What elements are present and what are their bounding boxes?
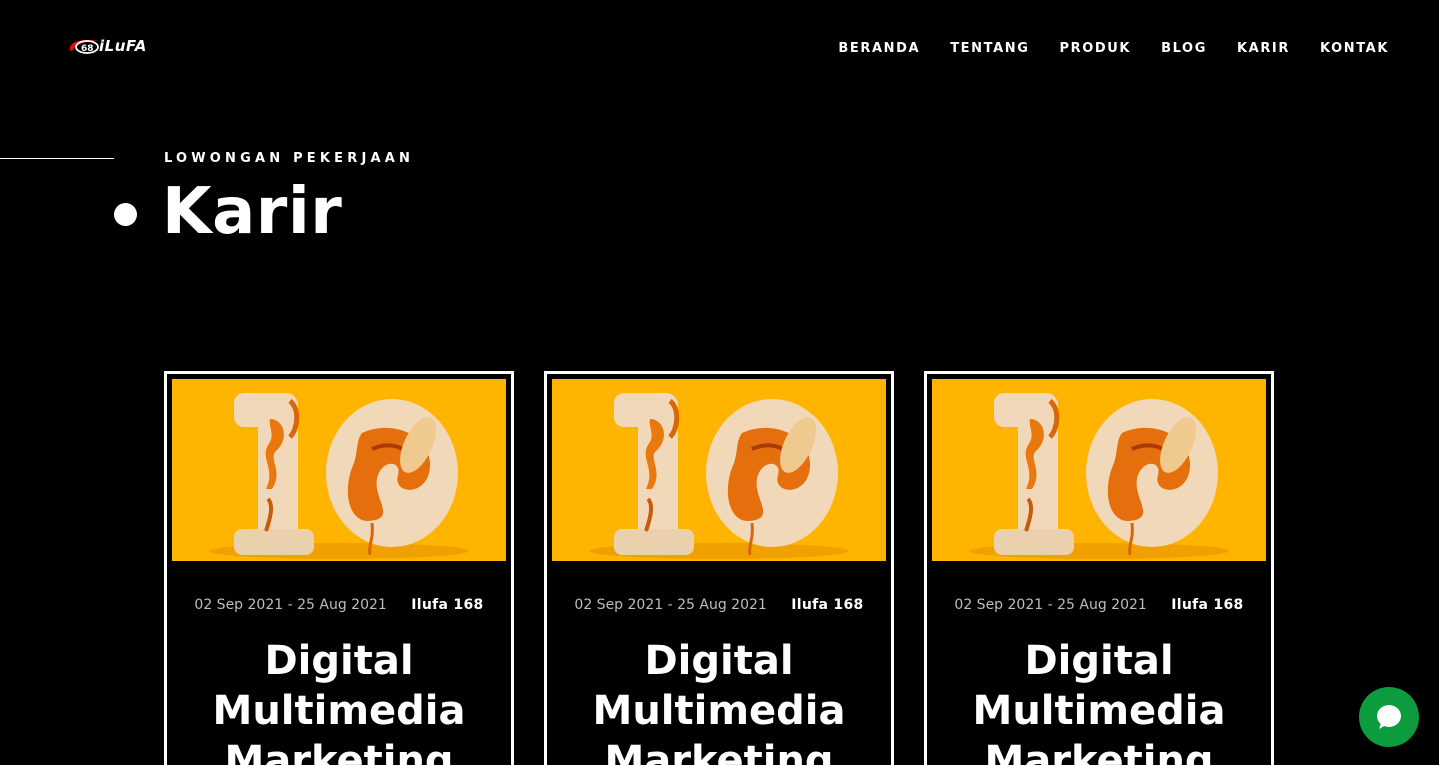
hero-divider-line xyxy=(0,158,114,159)
card-date: 02 Sep 2021 - 25 Aug 2021 xyxy=(574,597,767,613)
nav-item-tentang[interactable]: TENTANG xyxy=(950,40,1029,58)
card-date: 02 Sep 2021 - 25 Aug 2021 xyxy=(954,597,1147,613)
logo-badge-icon: 68 xyxy=(67,38,101,54)
card-meta: 02 Sep 2021 - 25 Aug 2021 Ilufa 168 xyxy=(547,596,891,614)
card-author[interactable]: Ilufa 168 xyxy=(411,597,483,613)
logo-badge-number: 68 xyxy=(81,44,94,54)
card-meta: 02 Sep 2021 - 25 Aug 2021 Ilufa 168 xyxy=(927,596,1271,614)
nav-item-kontak[interactable]: KONTAK xyxy=(1320,40,1389,58)
card-title[interactable]: Digital Multimedia Marketing xyxy=(927,636,1271,765)
page: 68 iLuFA BERANDA TENTANG PRODUK BLOG KAR… xyxy=(0,0,1439,765)
card-title[interactable]: Digital Multimedia Marketing xyxy=(167,636,511,765)
card-title[interactable]: Digital Multimedia Marketing xyxy=(547,636,891,765)
card-meta: 02 Sep 2021 - 25 Aug 2021 Ilufa 168 xyxy=(167,596,511,614)
card-image[interactable] xyxy=(932,379,1266,561)
card-author[interactable]: Ilufa 168 xyxy=(1171,597,1243,613)
page-title: Karir xyxy=(162,175,343,249)
nav-item-karir[interactable]: KARIR xyxy=(1237,40,1290,58)
logo-text: iLuFA xyxy=(99,37,147,55)
site-logo[interactable]: 68 iLuFA xyxy=(67,36,167,56)
job-card[interactable]: 02 Sep 2021 - 25 Aug 2021 Ilufa 168 Digi… xyxy=(544,371,894,765)
card-image[interactable] xyxy=(552,379,886,561)
main-nav: BERANDA TENTANG PRODUK BLOG KARIR KONTAK xyxy=(838,40,1389,58)
chat-button[interactable] xyxy=(1359,687,1419,747)
hero-dot-icon xyxy=(114,203,137,226)
chat-bubble-icon xyxy=(1377,705,1401,729)
nav-item-produk[interactable]: PRODUK xyxy=(1060,40,1132,58)
card-image[interactable] xyxy=(172,379,506,561)
job-card[interactable]: 02 Sep 2021 - 25 Aug 2021 Ilufa 168 Digi… xyxy=(164,371,514,765)
nav-item-beranda[interactable]: BERANDA xyxy=(838,40,920,58)
nav-item-blog[interactable]: BLOG xyxy=(1161,40,1207,58)
hero-eyebrow: LOWONGAN PEKERJAAN xyxy=(164,151,415,166)
card-date: 02 Sep 2021 - 25 Aug 2021 xyxy=(194,597,387,613)
job-card[interactable]: 02 Sep 2021 - 25 Aug 2021 Ilufa 168 Digi… xyxy=(924,371,1274,765)
card-author[interactable]: Ilufa 168 xyxy=(791,597,863,613)
